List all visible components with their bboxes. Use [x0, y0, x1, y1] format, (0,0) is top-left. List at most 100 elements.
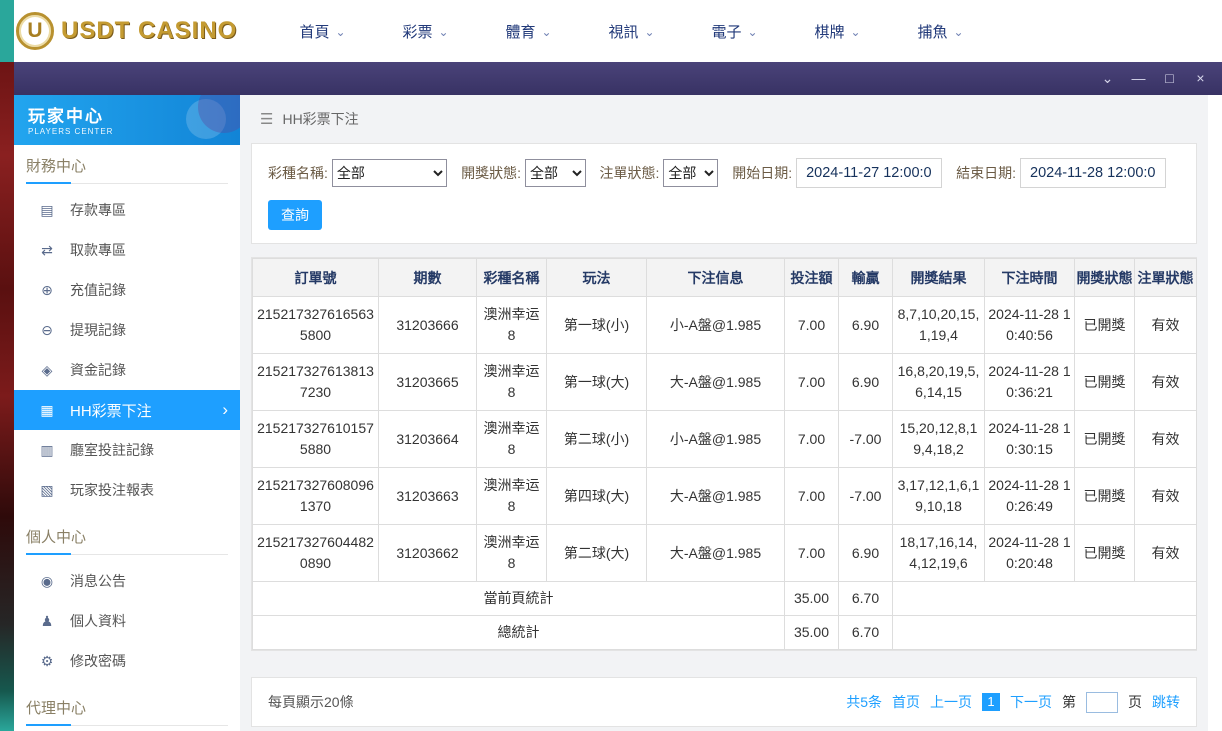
- nav-item-card-games[interactable]: 棋牌 ⌄: [786, 21, 889, 42]
- lottery-select[interactable]: 全部: [331, 159, 448, 187]
- cell-win-loss: -7.00: [838, 410, 893, 468]
- recharge-record-icon: ⊕: [41, 281, 53, 298]
- nav-item-label: 體育: [505, 23, 536, 41]
- cell-draw-result: 8,7,10,20,15,1,19,4: [892, 296, 985, 354]
- nav-item-slots[interactable]: 電子 ⌄: [683, 21, 786, 42]
- column-header: 下注時間: [984, 258, 1075, 297]
- sidebar-item-cashout-record[interactable]: ⊖ 提現記錄: [14, 310, 240, 350]
- sidebar-item-recharge-record[interactable]: ⊕ 充值記錄: [14, 270, 240, 310]
- lottery-bet-icon: ▦: [40, 401, 54, 418]
- nav-item-sports[interactable]: 體育 ⌄: [477, 21, 580, 42]
- nav-item-fishing[interactable]: 捕魚 ⌄: [889, 21, 992, 42]
- cell-bet-time: 2024-11-28 10:20:48: [984, 524, 1075, 582]
- first-page-link[interactable]: 首页: [892, 692, 920, 712]
- total-count: 共5条: [846, 694, 882, 710]
- cell-bet-amount: 7.00: [784, 353, 839, 411]
- main-menu: 首頁 ⌄ 彩票 ⌄ 體育 ⌄ 視訊 ⌄ 電子 ⌄ 棋牌 ⌄ 捕魚 ⌄: [271, 21, 992, 42]
- chevron-down-icon: ⌄: [438, 25, 449, 39]
- nav-item-label: 首頁: [299, 23, 330, 41]
- window-minimize-icon[interactable]: —: [1123, 62, 1154, 95]
- prev-page-link[interactable]: 上一页: [930, 692, 972, 712]
- brand-logo[interactable]: U USDT CASINO: [14, 12, 249, 50]
- page-jump-input[interactable]: [1086, 691, 1118, 713]
- draw-status-filter-label: 開獎狀態:: [461, 165, 521, 181]
- current-page-indicator[interactable]: 1: [982, 693, 1000, 711]
- cell-order-status: 有效: [1134, 524, 1197, 582]
- cell-lottery-name: 澳洲幸运8: [476, 467, 547, 525]
- personal-menu: ◉ 消息公告 ♟ 個人資料 ⚙ 修改密碼: [14, 555, 240, 687]
- query-button[interactable]: 查詢: [268, 200, 322, 230]
- draw-status-select[interactable]: 全部: [525, 159, 586, 187]
- cell-period: 31203665: [378, 353, 477, 411]
- column-header: 投注額: [784, 258, 839, 297]
- table-row: 2152173276138137230 31203665 澳洲幸运8 第一球(大…: [252, 353, 1197, 411]
- summary-bet-total: 35.00: [784, 581, 839, 616]
- cell-bet-amount: 7.00: [784, 410, 839, 468]
- end-date-input[interactable]: [1020, 158, 1166, 188]
- cell-play-type: 第四球(大): [546, 467, 647, 525]
- nav-item-home[interactable]: 首頁 ⌄: [271, 21, 374, 42]
- summary-row-grand-total: 總統計 35.00 6.70: [252, 615, 1197, 650]
- column-header: 訂單號: [252, 258, 379, 297]
- cell-bet-time: 2024-11-28 10:36:21: [984, 353, 1075, 411]
- cell-order-status: 有效: [1134, 353, 1197, 411]
- table-row: 2152173276080961370 31203663 澳洲幸运8 第四球(大…: [252, 467, 1197, 525]
- start-date-input[interactable]: [796, 158, 943, 188]
- cell-period: 31203664: [378, 410, 477, 468]
- table-row: 2152173276165635800 31203666 澳洲幸运8 第一球(小…: [252, 296, 1197, 354]
- cell-lottery-name: 澳洲幸运8: [476, 410, 547, 468]
- window-close-icon[interactable]: ×: [1185, 62, 1216, 95]
- next-page-link[interactable]: 下一页: [1010, 692, 1052, 712]
- nav-item-label: 電子: [711, 23, 742, 41]
- cell-play-type: 第二球(小): [546, 410, 647, 468]
- sidebar-item-funds-record[interactable]: ◈ 資金記錄: [14, 350, 240, 390]
- hamburger-menu-icon[interactable]: ☰: [260, 110, 273, 128]
- sidebar-section-finance: 財務中心: [26, 155, 228, 184]
- pager: 共5条 首页 上一页 1 下一页 第 页 跳转: [846, 691, 1180, 713]
- order-status-select[interactable]: 全部: [663, 159, 719, 187]
- sidebar-item-player-bet-report[interactable]: ▧ 玩家投注報表: [14, 470, 240, 510]
- cell-bet-info: 大-A盤@1.985: [646, 524, 785, 582]
- sidebar: 玩家中心 PLAYERS CENTER 財務中心 ▤ 存款專區 ⇄ 取款專區 ⊕…: [14, 95, 240, 731]
- sidebar-item-label: 存款專區: [70, 202, 126, 218]
- cell-play-type: 第一球(大): [546, 353, 647, 411]
- column-header: 輸贏: [838, 258, 893, 297]
- sidebar-item-announcements[interactable]: ◉ 消息公告: [14, 561, 240, 601]
- lottery-filter-label: 彩種名稱:: [268, 165, 328, 181]
- section-title: 個人中心: [26, 529, 87, 546]
- logo-text: USDT CASINO: [61, 17, 238, 44]
- sidebar-item-hall-bet-record[interactable]: ▥ 廳室投註記錄: [14, 430, 240, 470]
- main-content: ☰ HH彩票下注 彩種名稱: 全部 開獎狀態: 全部 注單狀態: 全部 開始日期…: [240, 95, 1208, 731]
- cell-draw-status: 已開獎: [1074, 296, 1135, 354]
- cell-play-type: 第二球(大): [546, 524, 647, 582]
- jump-button[interactable]: 跳转: [1152, 692, 1180, 712]
- sidebar-item-withdraw[interactable]: ⇄ 取款專區: [14, 230, 240, 270]
- window-maximize-icon[interactable]: □: [1154, 62, 1185, 95]
- cell-bet-info: 小-A盤@1.985: [646, 410, 785, 468]
- sidebar-item-label: 廳室投註記錄: [70, 442, 154, 458]
- end-date-label: 結束日期:: [956, 165, 1016, 181]
- profile-icon: ♟: [40, 612, 54, 629]
- logo-icon: U: [16, 12, 54, 50]
- breadcrumb: ☰ HH彩票下注: [251, 95, 1197, 143]
- cell-win-loss: 6.90: [838, 296, 893, 354]
- table-row: 2152173276044820890 31203662 澳洲幸运8 第二球(大…: [252, 524, 1197, 582]
- summary-win-loss: 6.70: [838, 615, 893, 650]
- cell-bet-time: 2024-11-28 10:30:15: [984, 410, 1075, 468]
- sidebar-title: 玩家中心: [28, 107, 104, 126]
- summary-label: 總統計: [252, 615, 785, 650]
- table-header-row: 訂單號 期數 彩種名稱 玩法 下注信息 投注額 輸贏 開獎結果 下注時間 開獎狀態 注單狀態: [252, 258, 1197, 297]
- sidebar-item-profile[interactable]: ♟ 個人資料: [14, 601, 240, 641]
- window-collapse-icon[interactable]: ⌄: [1092, 62, 1123, 95]
- section-title: 財務中心: [26, 158, 87, 175]
- nav-item-lottery[interactable]: 彩票 ⌄: [374, 21, 477, 42]
- column-header: 開獎狀態: [1074, 258, 1135, 297]
- sidebar-item-change-password[interactable]: ⚙ 修改密碼: [14, 641, 240, 681]
- password-gear-icon: ⚙: [40, 652, 54, 669]
- nav-item-live-video[interactable]: 視訊 ⌄: [580, 21, 683, 42]
- section-title: 代理中心: [26, 700, 87, 717]
- sidebar-item-hh-lottery-bet[interactable]: ▦ HH彩票下注 ›: [14, 390, 240, 430]
- cell-bet-amount: 7.00: [784, 296, 839, 354]
- cell-draw-status: 已開獎: [1074, 524, 1135, 582]
- sidebar-item-deposit[interactable]: ▤ 存款專區: [14, 190, 240, 230]
